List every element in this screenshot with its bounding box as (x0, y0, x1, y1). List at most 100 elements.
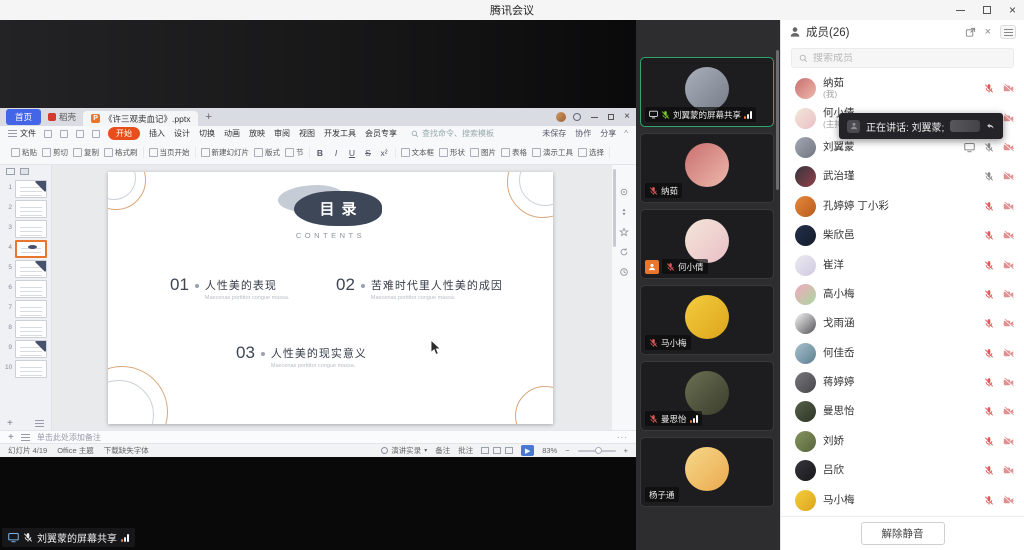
camera-status-icon[interactable] (1003, 142, 1014, 153)
member-row[interactable]: 崔洋 (781, 250, 1024, 279)
slide-thumbnail-7[interactable]: 7 (5, 300, 48, 318)
new-tab-button[interactable]: + (205, 111, 211, 123)
camera-status-icon[interactable] (1003, 201, 1014, 212)
member-search[interactable] (791, 48, 1014, 68)
mic-status-icon[interactable] (984, 406, 994, 417)
popout-icon[interactable] (965, 27, 976, 38)
canvas-scrollbar[interactable] (613, 169, 616, 247)
member-row[interactable]: 马小梅 (781, 485, 1024, 514)
ribbon-tab-设计[interactable]: 设计 (174, 128, 190, 139)
slide-thumbnail-6[interactable]: 6 (5, 280, 48, 298)
camera-status-icon[interactable] (1003, 289, 1014, 300)
print-icon[interactable] (60, 130, 68, 138)
mic-status-icon[interactable] (984, 201, 994, 212)
sort-arrows-icon[interactable] (619, 207, 629, 217)
camera-status-icon[interactable] (1003, 348, 1014, 359)
comments-toggle[interactable]: 批注 (458, 445, 473, 456)
camera-status-icon[interactable] (1003, 171, 1014, 182)
notes-bar[interactable]: + 单击此处添加备注 ··· (0, 430, 636, 443)
camera-status-icon[interactable] (1003, 495, 1014, 506)
ribbon-search[interactable]: 查找命令、搜索模板 (411, 128, 494, 139)
mic-status-icon[interactable] (984, 377, 994, 388)
add-note-icon[interactable]: + (8, 432, 14, 443)
slide-canvas[interactable]: 目录 CONTENTS 01 人性美的表现 Maecenas porttitor… (52, 165, 612, 430)
toolbar-版式[interactable]: 版式 (254, 147, 280, 158)
wps-skin-icon[interactable] (573, 113, 581, 121)
member-row[interactable]: 戈雨涵 (781, 309, 1024, 338)
slide-thumbnail-8[interactable]: 8 (5, 320, 48, 338)
ribbon-tab-放映[interactable]: 放映 (249, 128, 265, 139)
ribbon-collapse-icon[interactable]: ^ (624, 129, 628, 138)
reply-arrow-icon[interactable] (986, 121, 995, 132)
toolbar-新建幻灯片[interactable]: 新建幻灯片 (201, 147, 250, 158)
toolbar-当页开始[interactable]: 当页开始 (149, 147, 190, 158)
toolbar-x²[interactable]: x² (379, 148, 390, 158)
camera-status-icon[interactable] (1003, 83, 1014, 94)
member-row[interactable]: 高小梅 (781, 280, 1024, 309)
ribbon-tab-插入[interactable]: 插入 (149, 128, 165, 139)
wps-account-avatar[interactable] (556, 112, 566, 122)
add-slide-button[interactable]: + (7, 418, 13, 429)
camera-status-icon[interactable] (1003, 230, 1014, 241)
ribbon-tab-视图[interactable]: 视图 (299, 128, 315, 139)
video-tile[interactable]: 何小倩 (640, 209, 774, 279)
save-icon[interactable] (44, 130, 52, 138)
star-icon[interactable] (619, 227, 629, 237)
record-lecture-button[interactable]: 演讲实录 ▾ (381, 445, 427, 456)
toolbar-粘贴[interactable]: 粘贴 (11, 147, 37, 158)
member-row[interactable]: 刘娇 (781, 427, 1024, 456)
camera-status-icon[interactable] (1003, 436, 1014, 447)
ribbon-tab-审阅[interactable]: 审阅 (274, 128, 290, 139)
slide-thumbnail-5[interactable]: 5 (5, 260, 48, 278)
toolbar-I[interactable]: I (331, 148, 342, 158)
toolbar-文本框[interactable]: 文本框 (401, 147, 435, 158)
camera-status-icon[interactable] (1003, 318, 1014, 329)
refresh-icon[interactable] (619, 247, 629, 257)
toolbar-格式刷[interactable]: 格式刷 (104, 147, 138, 158)
mic-status-icon[interactable] (984, 260, 994, 271)
member-row[interactable]: 武治瑾 (781, 162, 1024, 191)
member-row[interactable]: 纳茹 (我) (781, 74, 1024, 103)
mic-status-icon[interactable] (984, 465, 994, 476)
sorter-view-icon[interactable] (493, 447, 501, 454)
toolbar-节[interactable]: 节 (285, 147, 304, 158)
wps-home-tab[interactable]: 首页 (6, 109, 41, 125)
camera-status-icon[interactable] (1003, 377, 1014, 388)
mic-status-icon[interactable] (984, 318, 994, 329)
member-row[interactable]: 蒋婷婷 (781, 368, 1024, 397)
ribbon-tab-会员专享[interactable]: 会员专享 (365, 128, 397, 139)
wps-file-menu[interactable]: 文件 (8, 128, 36, 139)
member-row[interactable]: 曼思怡 (781, 397, 1024, 426)
toolbar-复制[interactable]: 复制 (73, 147, 99, 158)
settings-icon[interactable] (619, 187, 629, 197)
zoom-out-button[interactable]: − (565, 446, 569, 455)
ribbon-right-分享[interactable]: 分享 (600, 128, 616, 139)
toolbar-形状[interactable]: 形状 (439, 147, 465, 158)
slide-thumbnail-1[interactable]: 1 (5, 180, 48, 198)
outline-view-icon[interactable] (6, 168, 15, 175)
toolbar-选择[interactable]: 选择 (578, 147, 604, 158)
mic-status-icon[interactable] (984, 171, 994, 182)
camera-status-icon[interactable] (1003, 260, 1014, 271)
camera-status-icon[interactable] (1003, 113, 1014, 124)
ribbon-right-协作[interactable]: 协作 (575, 128, 591, 139)
wps-close-icon[interactable]: × (624, 112, 630, 122)
camera-status-icon[interactable] (1003, 406, 1014, 417)
filmstrip-scrollbar[interactable] (776, 50, 779, 190)
mic-status-icon[interactable] (984, 83, 994, 94)
toolbar-B[interactable]: B (315, 148, 326, 158)
ribbon-tab-切换[interactable]: 切换 (199, 128, 215, 139)
wps-document-tab[interactable]: P 《许三观卖血记》.pptx (83, 111, 198, 126)
video-tile[interactable]: 马小梅 (640, 285, 774, 355)
video-tile[interactable]: 杨子通 (640, 437, 774, 507)
mic-status-icon[interactable] (984, 289, 994, 300)
slide-thumbnail-9[interactable]: 9 (5, 340, 48, 358)
redo-icon[interactable] (92, 130, 100, 138)
member-search-input[interactable] (813, 53, 983, 64)
wps-docer-tab[interactable]: 稻壳 (48, 111, 76, 123)
wps-minimize-icon[interactable] (591, 117, 598, 118)
slide-thumbnail-4[interactable]: 4 (5, 240, 48, 258)
notes-more-icon[interactable]: ··· (617, 433, 628, 442)
toolbar-S[interactable]: S (363, 148, 374, 158)
clock-icon[interactable] (619, 267, 629, 277)
